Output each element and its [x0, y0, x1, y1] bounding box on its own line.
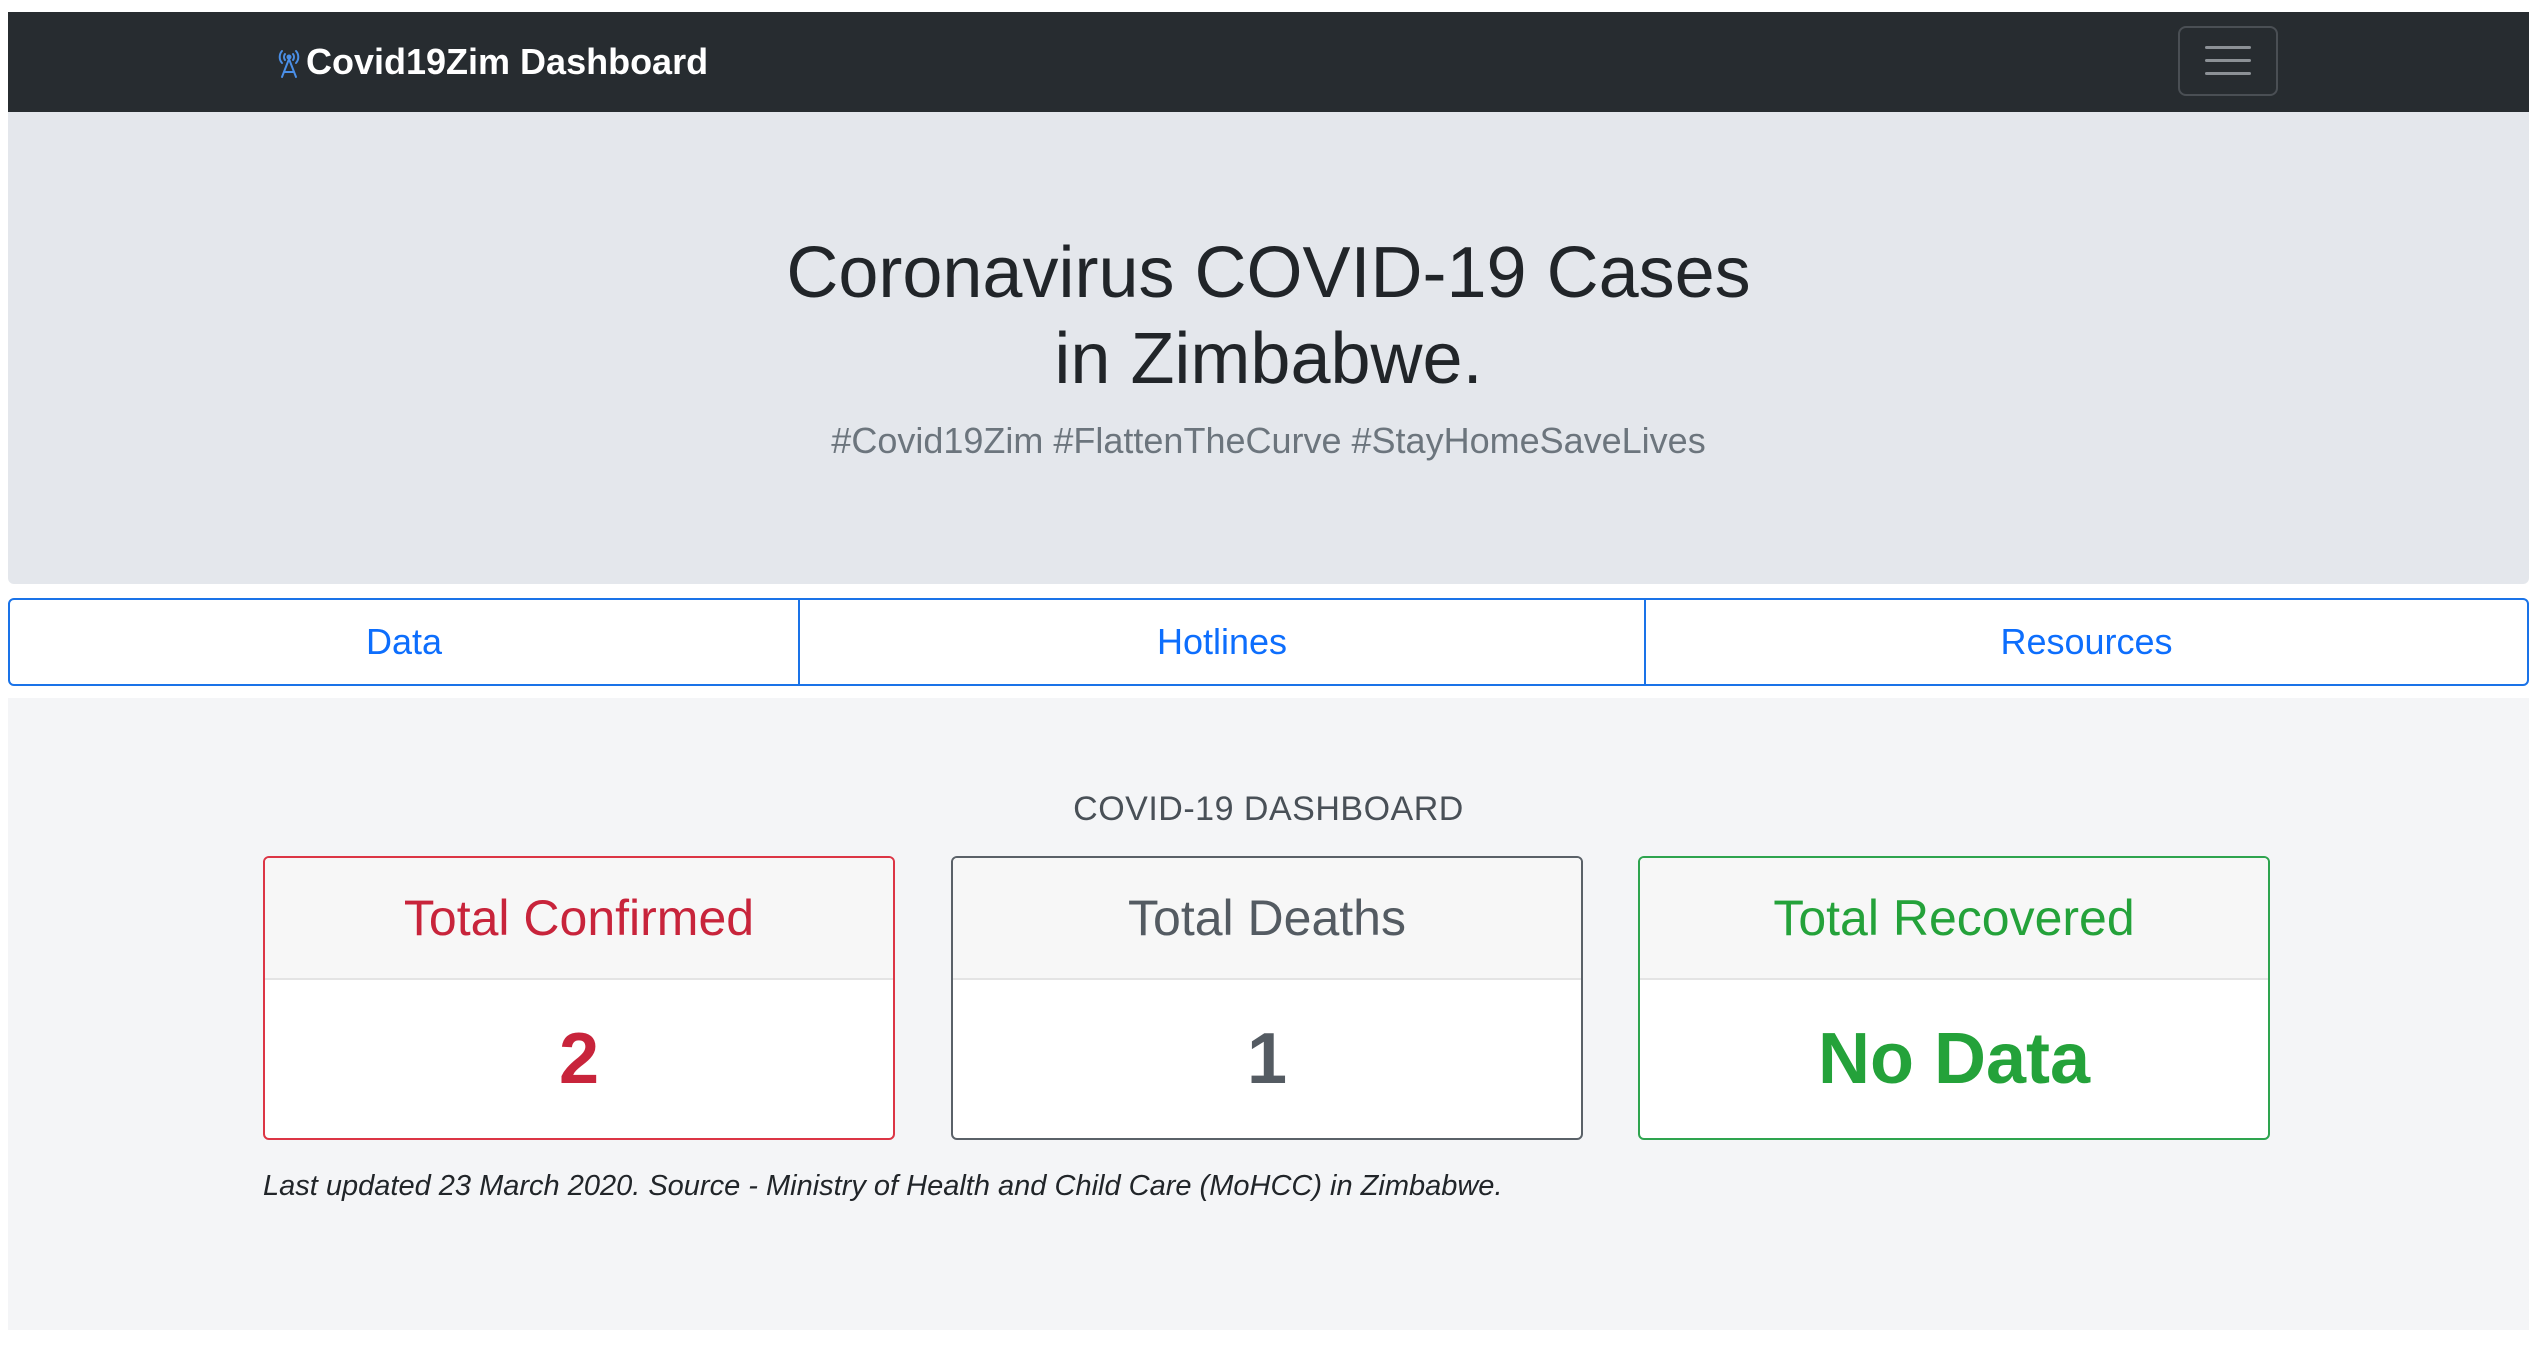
tab-hotlines[interactable]: Hotlines	[798, 600, 1644, 684]
total-confirmed-value: 2	[558, 1019, 600, 1099]
total-confirmed-card: Total Confirmed 2	[263, 856, 895, 1140]
total-recovered-card: Total Recovered No Data	[1638, 856, 2270, 1140]
total-recovered-value: No Data	[1817, 1019, 2091, 1099]
hamburger-menu-icon	[2205, 43, 2251, 79]
total-recovered-label: Total Recovered	[1640, 858, 2268, 980]
dashboard-section: COVID-19 DASHBOARD Total Confirmed 2 Tot…	[8, 698, 2529, 1330]
brand-label: Covid19Zim Dashboard	[306, 41, 709, 82]
navbar: Covid19Zim Dashboard	[8, 12, 2529, 112]
total-deaths-label: Total Deaths	[953, 858, 1581, 980]
last-updated-note: Last updated 23 March 2020. Source - Min…	[263, 1170, 1503, 1202]
hero-subtitle: #Covid19Zim #FlattenTheCurve #StayHomeSa…	[831, 420, 1706, 461]
total-confirmed-label: Total Confirmed	[265, 858, 893, 980]
tab-resources[interactable]: Resources	[1644, 600, 2527, 684]
page-title: Coronavirus COVID-19 Cases in Zimbabwe.	[786, 233, 1751, 399]
dashboard-title: COVID-19 DASHBOARD	[1073, 790, 1464, 828]
total-deaths-card: Total Deaths 1	[951, 856, 1583, 1140]
total-deaths-value: 1	[1246, 1019, 1288, 1099]
tab-data[interactable]: Data	[10, 600, 798, 684]
hero-title-wrap: Coronavirus COVID-19 Cases in Zimbabwe.	[8, 230, 2529, 402]
hero-jumbotron: Coronavirus COVID-19 Cases in Zimbabwe. …	[8, 112, 2529, 584]
broadcast-tower-icon	[278, 50, 300, 78]
navbar-toggler-button[interactable]	[2178, 26, 2278, 96]
tab-bar: Data Hotlines Resources	[8, 598, 2529, 686]
page: Covid19Zim Dashboard Coronavirus COVID-1…	[0, 0, 2534, 1348]
brand-link[interactable]: Covid19Zim Dashboard	[274, 12, 708, 112]
